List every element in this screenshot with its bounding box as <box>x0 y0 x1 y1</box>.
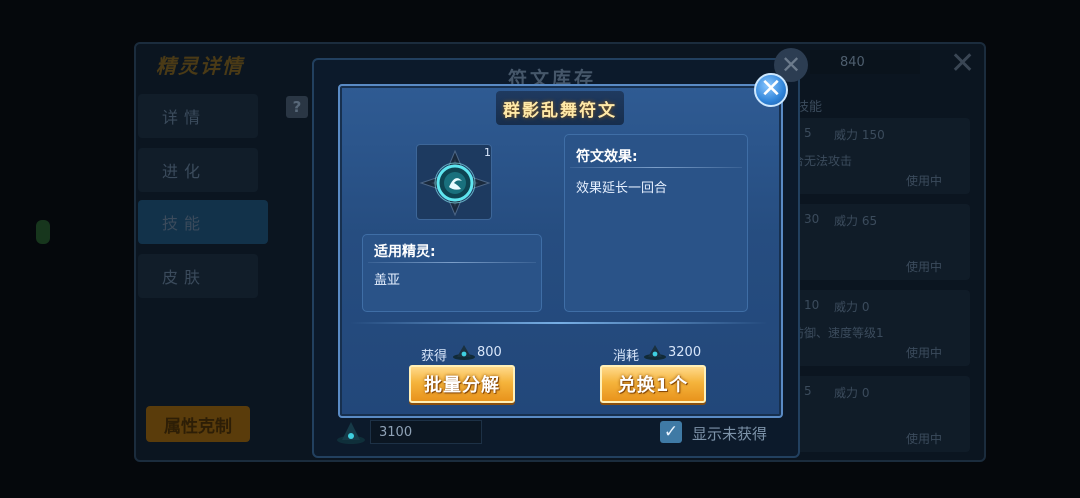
skill-power: 威力 0 <box>834 300 870 314</box>
rune-item-slot[interactable] <box>416 144 492 220</box>
sidebar-item-label: 皮肤 <box>162 268 207 287</box>
side-pin-icon <box>36 220 50 244</box>
skill-desc: 防御、速度等级1 <box>792 326 884 340</box>
close-icon[interactable]: ✕ <box>950 49 975 79</box>
pet-detail-title: 精灵详情 <box>156 54 244 78</box>
cost-value: 3200 <box>668 345 702 360</box>
show-unobtained-label: 显示未获得 <box>692 425 768 443</box>
skill-pp: 10 <box>804 298 820 312</box>
top-value: 840 <box>810 50 920 74</box>
close-icon[interactable]: ✕ <box>754 73 788 107</box>
sidebar-item-details[interactable]: 详情 <box>138 94 258 138</box>
sidebar-item-label: 详情 <box>162 108 207 127</box>
sidebar-item-skills[interactable]: 技能 <box>138 200 268 244</box>
skill-desc: 合无法攻击 <box>792 154 853 168</box>
sidebar-item-skins[interactable]: 皮肤 <box>138 254 258 298</box>
sidebar-item-label: 进化 <box>162 162 207 181</box>
rune-effect-text: 效果延长一回合 <box>576 181 668 196</box>
skill-status: 使用中 <box>906 432 943 446</box>
skill-power: 威力 65 <box>834 214 878 228</box>
witch-hat-currency-icon <box>644 345 666 360</box>
rune-icon <box>419 149 491 217</box>
witch-hat-currency-icon <box>453 345 475 360</box>
skill-pp: 30 <box>804 212 820 226</box>
skill-status: 使用中 <box>906 346 943 360</box>
checkmark-icon: ✓ <box>663 422 679 442</box>
applicable-pet-header: 适用精灵: <box>374 244 436 260</box>
divider <box>368 262 536 263</box>
attribute-restraint-button[interactable]: 属性克制 <box>146 406 250 442</box>
cost-label: 消耗 <box>613 349 640 364</box>
help-icon[interactable]: ? <box>286 96 308 118</box>
batch-decompose-button[interactable]: 批量分解 <box>409 365 515 403</box>
gain-value: 800 <box>477 345 502 360</box>
rune-count: 1 <box>484 146 491 159</box>
skill-status: 使用中 <box>906 260 943 274</box>
skill-card[interactable]: 30 威力 65 使用中 <box>792 204 970 280</box>
rune-effect-header: 符文效果: <box>576 149 638 165</box>
gain-label: 获得 <box>421 349 448 364</box>
skill-card[interactable]: 10 威力 0 防御、速度等级1 使用中 <box>792 290 970 366</box>
modal-title: 群影乱舞符文 <box>503 101 617 121</box>
skill-card[interactable]: 5 威力 0 使用中 <box>792 376 970 452</box>
exchange-button[interactable]: 兑换1个 <box>600 365 706 403</box>
witch-hat-currency-icon <box>337 422 365 444</box>
skill-power: 威力 150 <box>834 128 885 142</box>
skill-pp: 5 <box>804 126 812 140</box>
skill-card[interactable]: 5 威力 150 合无法攻击 使用中 <box>792 118 970 194</box>
divider <box>570 167 742 168</box>
show-unobtained-checkbox[interactable]: ✓ <box>660 421 682 443</box>
skill-power: 威力 0 <box>834 386 870 400</box>
currency-value: 3100 <box>370 420 482 444</box>
applicable-pet-text: 盖亚 <box>374 273 401 288</box>
skill-pp: 5 <box>804 384 812 398</box>
divider <box>350 322 768 324</box>
sidebar-item-label: 技能 <box>162 214 207 233</box>
sidebar-item-evolve[interactable]: 进化 <box>138 148 258 192</box>
skill-status: 使用中 <box>906 174 943 188</box>
